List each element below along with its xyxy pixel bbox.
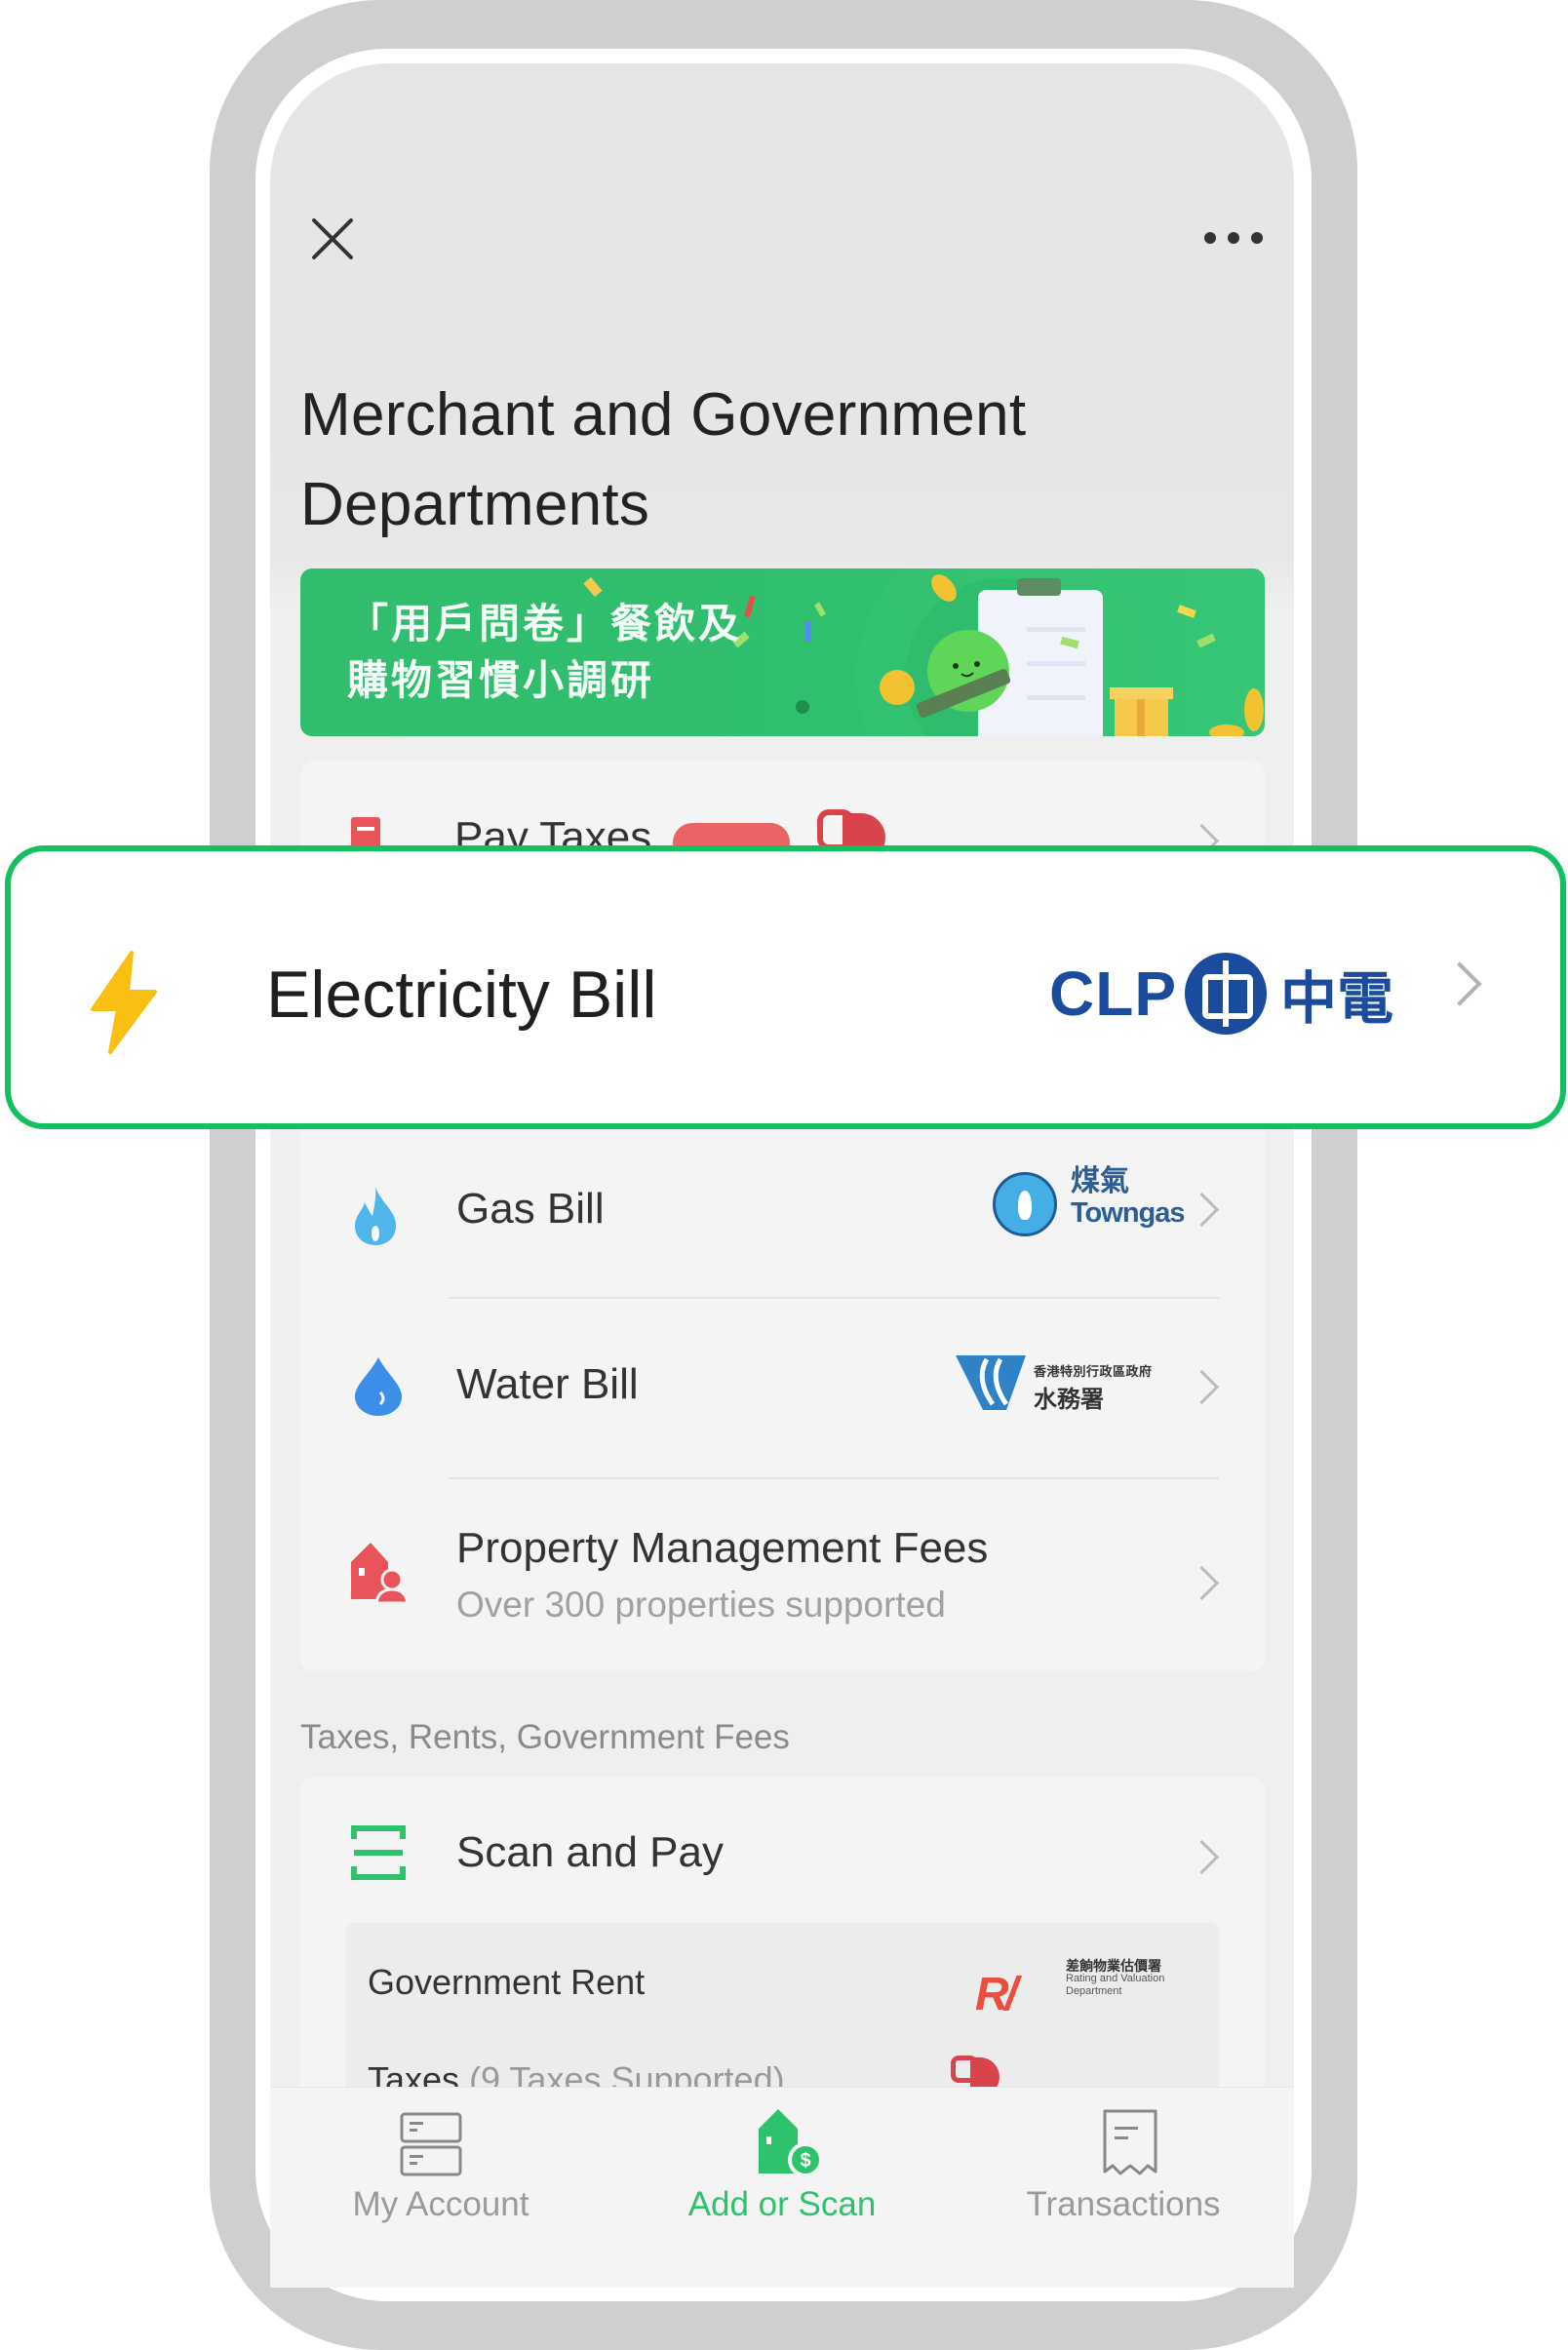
chevron-right-icon — [1437, 961, 1482, 1006]
towngas-chinese: 煤氣 — [1071, 1165, 1129, 1197]
scan-and-pay-row[interactable]: Scan and Pay — [300, 1784, 1265, 1916]
section-label: Taxes, Rents, Government Fees — [300, 1718, 790, 1756]
tab-label: My Account — [352, 2185, 529, 2223]
gas-bill-row[interactable]: Gas Bill 煤氣 Towngas — [300, 1131, 1265, 1297]
property-management-label: Property Management Fees — [456, 1524, 989, 1572]
promo-banner[interactable]: 「用戶問卷」餐飲及 購物習慣小調研 — [300, 568, 1265, 736]
tab-my-account[interactable]: My Account — [270, 2088, 611, 2288]
government-rent-label: Government Rent — [368, 1962, 646, 2002]
close-icon[interactable] — [310, 216, 355, 261]
rvd-logo-chinese: 差餉物業估價署 — [1066, 1958, 1161, 1974]
government-rent-row[interactable]: Government Rent R/ 差餉物業估價署 Rating and Va… — [346, 1931, 1219, 2028]
pay-taxes-label: Pay Taxes — [454, 813, 652, 845]
taxes-label: Taxes (9 Taxes Supported) — [368, 2059, 785, 2087]
rvd-logo-english-2: Department — [1066, 1985, 1122, 1997]
towngas-english: Towngas — [1071, 1197, 1186, 1229]
rvd-logo-icon: R/ — [975, 1969, 1018, 2020]
clp-logo: CLP 中電 — [1049, 950, 1393, 1038]
add-bill-icon: $ — [759, 2109, 823, 2177]
ird-logo-icon — [817, 809, 885, 845]
account-cards-icon — [400, 2112, 462, 2176]
rvd-logo-english-1: Rating and Valuation — [1066, 1973, 1165, 1984]
row-divider — [449, 1477, 1219, 1479]
towngas-logo-icon — [993, 1172, 1057, 1236]
flame-icon — [355, 1187, 396, 1245]
chevron-right-icon — [1184, 1565, 1220, 1601]
clp-logo-chinese: 中電 — [1280, 967, 1394, 1031]
page-title-line-1: Merchant and Government — [300, 381, 1027, 449]
page-title: Merchant and Government Departments — [300, 371, 1178, 550]
wsd-logo-chinese: 水務署 — [1034, 1387, 1104, 1413]
svg-text:$: $ — [800, 2150, 810, 2172]
new-badge — [673, 823, 790, 845]
chevron-right-icon — [1184, 1369, 1220, 1405]
taxes-title: Taxes — [368, 2059, 460, 2087]
scan-and-pay-label: Scan and Pay — [456, 1828, 724, 1876]
lightning-bolt-icon — [91, 951, 157, 1054]
tab-transactions[interactable]: Transactions — [953, 2088, 1294, 2288]
row-divider — [449, 1297, 1219, 1299]
electricity-bill-label: Electricity Bill — [266, 958, 657, 1032]
property-management-row[interactable]: Property Management Fees Over 300 proper… — [300, 1487, 1265, 1667]
clp-logo-text: CLP — [1049, 959, 1177, 1029]
tab-label: Add or Scan — [687, 2185, 877, 2223]
banner-text-line-2: 購物習慣小調研 — [347, 657, 655, 703]
towngas-logo-text: 煤氣 Towngas — [1071, 1165, 1186, 1230]
property-management-subtitle: Over 300 properties supported — [456, 1585, 946, 1625]
tab-add-or-scan[interactable]: $ Add or Scan — [611, 2088, 953, 2288]
more-options-icon[interactable] — [1204, 232, 1263, 246]
property-house-icon — [351, 1543, 410, 1605]
page-title-line-2: Departments — [300, 471, 650, 538]
banner-text-line-1: 「用戶問卷」餐飲及 — [347, 601, 743, 646]
scan-icon — [351, 1825, 406, 1880]
electricity-bill-row[interactable]: Electricity Bill CLP 中電 — [5, 845, 1566, 1129]
wsd-logo-text: 香港特別行政區政府 水務署 — [1034, 1361, 1153, 1414]
tab-label: Transactions — [1026, 2185, 1221, 2223]
banner-text: 「用戶問卷」餐飲及 購物習慣小調研 — [347, 596, 742, 709]
gas-bill-label: Gas Bill — [456, 1185, 605, 1233]
receipt-icon — [1103, 2109, 1157, 2175]
rvd-logo-text: 差餉物業估價署 Rating and Valuation Department — [1066, 1958, 1165, 1998]
chevron-right-icon — [1184, 1192, 1220, 1228]
chevron-right-icon — [1184, 823, 1220, 845]
taxes-row[interactable]: Taxes (9 Taxes Supported) — [346, 2028, 1219, 2087]
pay-taxes-row[interactable]: Pay Taxes — [300, 770, 1265, 845]
chevron-right-icon — [1184, 1839, 1220, 1875]
taxes-note: (9 Taxes Supported) — [469, 2059, 785, 2087]
water-drop-icon — [355, 1357, 402, 1416]
clp-emblem-icon — [1185, 953, 1267, 1035]
water-bill-label: Water Bill — [456, 1360, 639, 1408]
ird-logo-icon — [951, 2056, 1000, 2087]
tax-document-icon — [351, 817, 380, 845]
water-bill-row[interactable]: Water Bill 香港特別行政區政府 水務署 — [300, 1307, 1265, 1472]
wsd-logo-small: 香港特別行政區政府 — [1034, 1364, 1153, 1379]
bottom-tab-bar: My Account $ Add or Scan Transactions — [270, 2087, 1294, 2288]
wsd-logo-icon — [956, 1355, 1026, 1410]
